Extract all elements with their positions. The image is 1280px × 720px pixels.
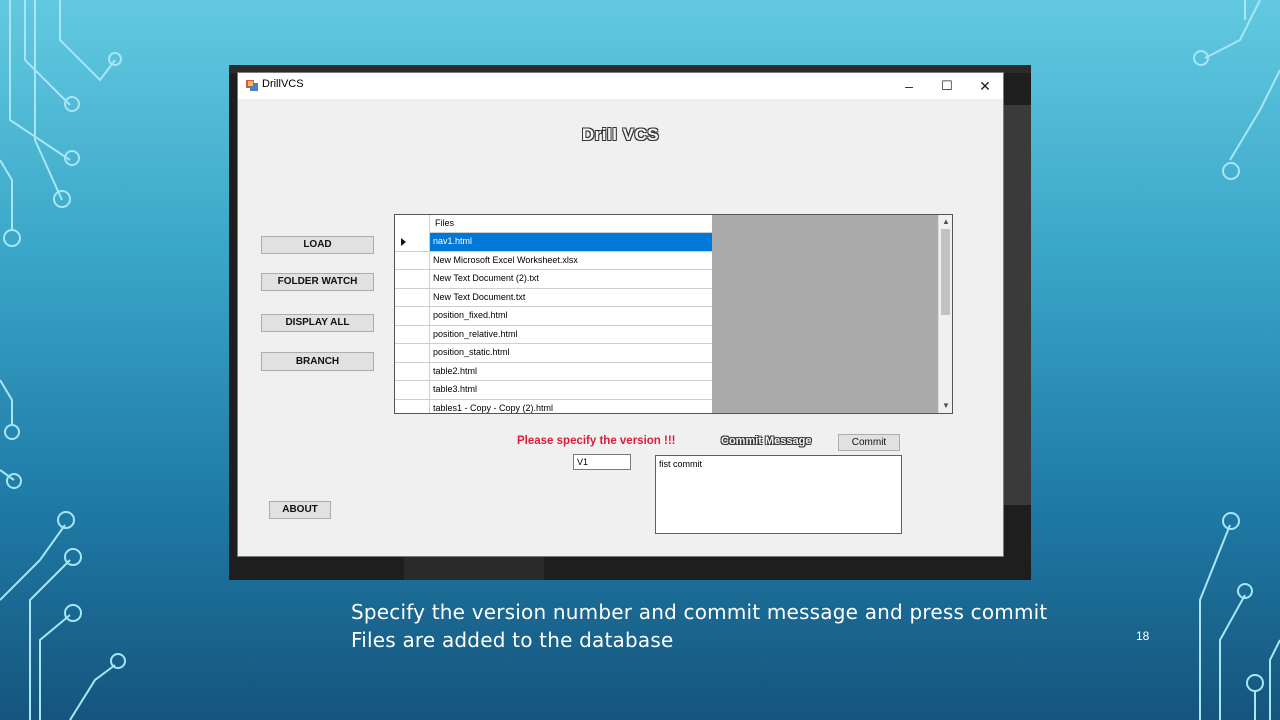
background-taskbar-item xyxy=(404,557,544,580)
branch-button[interactable]: BRANCH xyxy=(261,352,374,371)
folder-watch-button[interactable]: FOLDER WATCH xyxy=(261,273,374,291)
minimize-button[interactable]: – xyxy=(890,73,928,99)
scroll-up-icon[interactable]: ▲ xyxy=(939,215,952,229)
table-row[interactable]: table2.html xyxy=(395,362,712,381)
close-button[interactable]: ✕ xyxy=(966,73,1004,99)
row-header-cell[interactable] xyxy=(395,251,429,270)
row-header-cell[interactable] xyxy=(395,270,429,289)
commit-message-label: Commit Message xyxy=(721,435,812,447)
row-header-cell[interactable] xyxy=(395,344,429,363)
display-all-button[interactable]: DISPLAY ALL xyxy=(261,314,374,332)
table-row[interactable]: New Text Document.txt xyxy=(395,288,712,307)
row-header-cell[interactable] xyxy=(395,381,429,400)
files-grid[interactable]: Files nav1.html New Microsoft Excel Works… xyxy=(394,214,953,414)
row-header-cell[interactable] xyxy=(395,325,429,344)
grid-column-header-files[interactable]: Files xyxy=(429,215,712,233)
vertical-scrollbar[interactable]: ▲ ▼ xyxy=(938,215,952,413)
file-name-cell[interactable]: position_relative.html xyxy=(429,325,712,344)
drillvcs-window: DrillVCS – ☐ ✕ Drill VCS LOAD FOLDER WAT… xyxy=(237,72,1004,557)
row-header-cell[interactable] xyxy=(395,233,429,252)
commit-button[interactable]: Commit xyxy=(838,434,900,451)
file-name-cell[interactable]: New Text Document.txt xyxy=(429,288,712,307)
file-name-cell[interactable]: table3.html xyxy=(429,381,712,400)
app-screenshot: DrillVCS – ☐ ✕ Drill VCS LOAD FOLDER WAT… xyxy=(229,65,1031,580)
window-title: DrillVCS xyxy=(262,78,304,90)
commit-message-input[interactable]: fist commit xyxy=(655,455,902,534)
row-header-cell[interactable] xyxy=(395,362,429,381)
maximize-button[interactable]: ☐ xyxy=(928,73,966,99)
file-name-cell[interactable]: position_fixed.html xyxy=(429,307,712,326)
table-row[interactable]: tables1 - Copy - Copy (2).html xyxy=(395,399,712,413)
version-warning-label: Please specify the version !!! xyxy=(517,435,676,447)
row-header-cell[interactable] xyxy=(395,399,429,413)
app-icon xyxy=(246,80,258,91)
table-row[interactable]: nav1.html xyxy=(395,233,712,252)
scroll-down-icon[interactable]: ▼ xyxy=(939,399,952,413)
caption-line-1: Specify the version number and commit me… xyxy=(351,600,1048,624)
table-row[interactable]: position_static.html xyxy=(395,344,712,363)
file-name-cell[interactable]: New Microsoft Excel Worksheet.xlsx xyxy=(429,251,712,270)
current-row-pointer-icon xyxy=(401,238,406,246)
row-header-cell[interactable] xyxy=(395,307,429,326)
app-heading: Drill VCS xyxy=(581,125,660,144)
table-row[interactable]: table3.html xyxy=(395,381,712,400)
file-name-cell[interactable]: table2.html xyxy=(429,362,712,381)
version-input[interactable] xyxy=(573,454,631,470)
table-row[interactable]: position_relative.html xyxy=(395,325,712,344)
table-row[interactable]: New Microsoft Excel Worksheet.xlsx xyxy=(395,251,712,270)
slide-number: 18 xyxy=(1136,629,1150,643)
file-name-cell[interactable]: tables1 - Copy - Copy (2).html xyxy=(429,399,712,413)
row-header-cell[interactable] xyxy=(395,288,429,307)
load-button[interactable]: LOAD xyxy=(261,236,374,254)
background-window-edge xyxy=(1004,105,1031,505)
caption-line-2: Files are added to the database xyxy=(351,628,674,652)
file-name-cell[interactable]: position_static.html xyxy=(429,344,712,363)
scrollbar-thumb[interactable] xyxy=(941,229,950,315)
file-name-cell[interactable]: nav1.html xyxy=(429,233,712,252)
about-button[interactable]: ABOUT xyxy=(269,501,331,519)
slide-caption: Specify the version number and commit me… xyxy=(351,598,1047,654)
table-row[interactable]: position_fixed.html xyxy=(395,307,712,326)
table-row[interactable]: New Text Document (2).txt xyxy=(395,270,712,289)
title-bar: DrillVCS – ☐ ✕ xyxy=(238,73,1003,99)
file-name-cell[interactable]: New Text Document (2).txt xyxy=(429,270,712,289)
